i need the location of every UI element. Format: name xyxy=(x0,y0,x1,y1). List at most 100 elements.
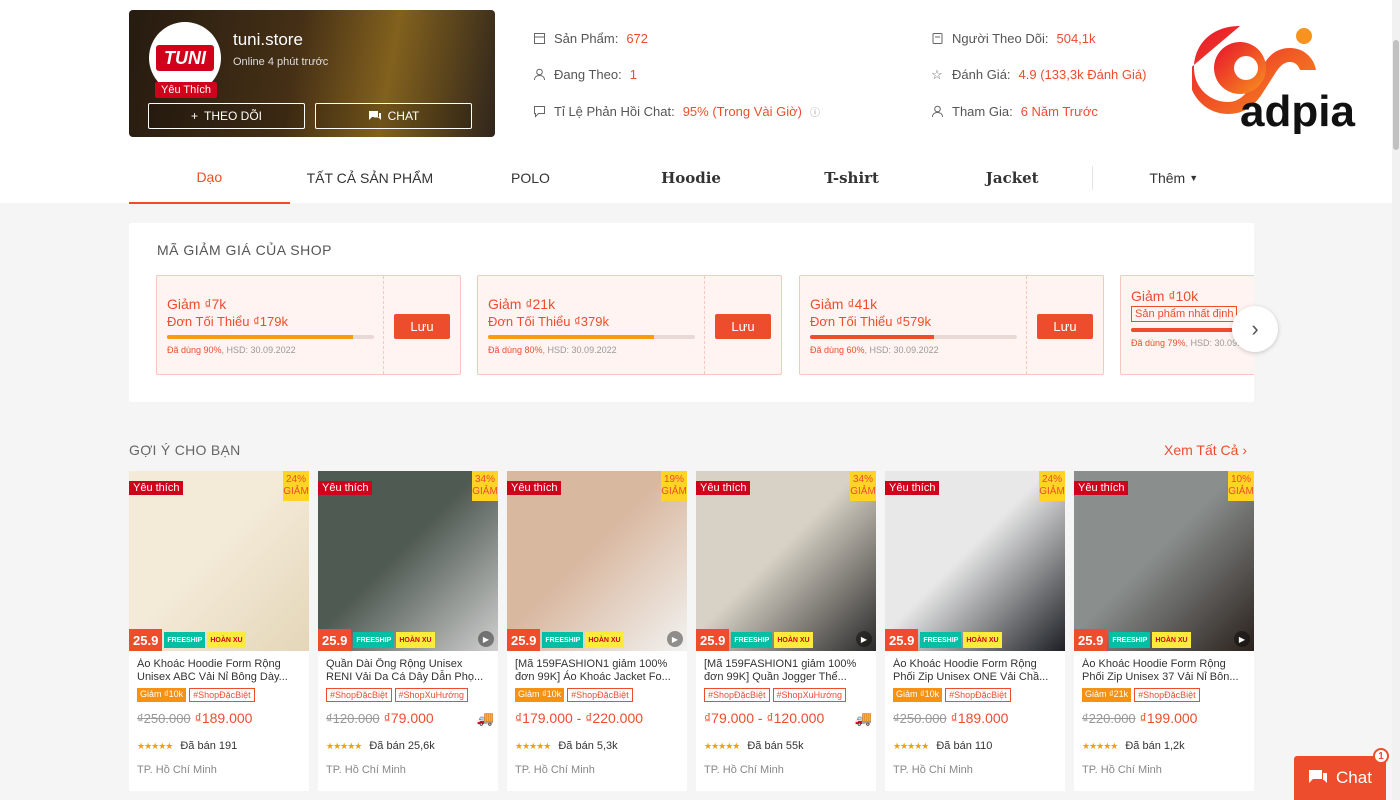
product-tags: #ShopĐặcBiệt #ShopXuHướng xyxy=(326,688,490,704)
voucher-expiry: , HSD: 30.09.2022 xyxy=(864,345,939,355)
tab-more[interactable]: Thêm ▼ xyxy=(1092,166,1254,190)
product-image[interactable]: Yêu thích 10% GIẢM 25.9 FREESHIP HOÀN XU … xyxy=(1074,471,1254,651)
delivery-truck-icon: 🚚 xyxy=(854,710,872,726)
product-current-price: ₫179.000 - ₫220.000 xyxy=(515,710,644,726)
shop-tabs: Dạo TẤT CẢ SẢN PHẨM POLO Hoodie T-shirt … xyxy=(129,152,1254,204)
freeship-badge: FREESHIP xyxy=(1109,632,1151,648)
follow-button[interactable]: + THEO DÕI xyxy=(148,103,305,129)
play-icon[interactable]: ▶ xyxy=(667,631,683,647)
promo-date: 25.9 xyxy=(318,629,352,651)
product-location: TP. Hồ Chí Minh xyxy=(704,764,784,776)
product-sold-count: Đã bán 25,6k xyxy=(369,740,435,752)
tab-all-products[interactable]: TẤT CẢ SẢN PHẨM xyxy=(290,152,451,204)
voucher-save-button[interactable]: Lưu xyxy=(1037,314,1093,339)
product-card[interactable]: Yêu thích 10% GIẢM 25.9 FREESHIP HOÀN XU … xyxy=(1074,471,1254,791)
follow-label: THEO DÕI xyxy=(204,109,263,123)
freeship-badge: FREESHIP xyxy=(920,632,962,648)
play-icon[interactable]: ▶ xyxy=(856,631,872,647)
coin-back-badge: HOÀN XU xyxy=(585,632,624,648)
rating-stars: ★★★★★ xyxy=(1082,740,1118,751)
voucher-save-button[interactable]: Lưu xyxy=(394,314,450,339)
product-card[interactable]: Yêu thích 24% GIẢM 25.9 FREESHIP HOÀN XU … xyxy=(885,471,1065,791)
voucher-divider xyxy=(704,276,705,374)
see-all-link[interactable]: Xem Tất Cả › xyxy=(1164,442,1247,458)
voucher-save-button[interactable]: Lưu xyxy=(715,314,771,339)
product-card[interactable]: Yêu thích 24% GIẢM 25.9 FREESHIP HOÀN XU … xyxy=(129,471,309,791)
discount-badge: 34% GIẢM xyxy=(850,471,876,501)
product-current-price: ₫189.000 xyxy=(194,710,253,726)
info-icon[interactable]: ⓘ xyxy=(810,104,820,119)
product-current-price: ₫79.000 xyxy=(383,710,434,726)
star-icon: ☆ xyxy=(931,66,943,82)
product-old-price: ₫250.000 xyxy=(137,710,191,726)
svg-text:adpia: adpia xyxy=(1240,87,1355,134)
product-old-price: ₫120.000 xyxy=(326,710,380,726)
adpia-logo: adpia xyxy=(1192,26,1355,134)
voucher-progress-fill xyxy=(488,335,654,339)
coin-back-badge: HOÀN XU xyxy=(963,632,1002,648)
product-name: [Mã 159FASHION1 giảm 100% đơn 99K] Quần … xyxy=(704,658,857,683)
voucher-next-button[interactable]: › xyxy=(1232,306,1278,352)
see-all-label: Xem Tất Cả xyxy=(1164,442,1239,458)
product-tags: Giảm ₫10k #ShopĐặcBiệt xyxy=(515,688,679,704)
voucher-used: Đã dùng 80% xyxy=(488,345,543,355)
voucher-min-order: Đơn Tối Thiểu ₫379k xyxy=(488,314,609,329)
product-sold-count: Đã bán 55k xyxy=(747,740,804,752)
product-tag: Giảm ₫10k xyxy=(137,688,187,702)
product-card[interactable]: Yêu thích 19% GIẢM 25.9 FREESHIP HOÀN XU … xyxy=(507,471,687,791)
chat-button[interactable]: CHAT xyxy=(315,103,472,129)
shop-vouchers: MÃ GIẢM GIÁ CỦA SHOP Giảm ₫7k Đơn Tối Th… xyxy=(129,223,1254,402)
promo-strip: 25.9 FREESHIP HOÀN XU xyxy=(318,629,498,651)
promo-strip: 25.9 FREESHIP HOÀN XU xyxy=(696,629,876,651)
page-scrollbar[interactable] xyxy=(1392,0,1400,800)
favorite-badge: Yêu thích xyxy=(885,481,940,495)
product-image[interactable]: Yêu thích 19% GIẢM 25.9 FREESHIP HOÀN XU … xyxy=(507,471,687,651)
tab-polo[interactable]: POLO xyxy=(450,152,611,204)
voucher-amount: Giảm ₫41k xyxy=(810,296,878,312)
promo-strip: 25.9 FREESHIP HOÀN XU xyxy=(507,629,687,651)
coin-back-badge: HOÀN XU xyxy=(1152,632,1191,648)
tab-dao[interactable]: Dạo xyxy=(129,152,290,204)
product-price: ₫179.000 - ₫220.000 xyxy=(515,710,679,726)
discount-badge: 24% GIẢM xyxy=(1039,471,1065,501)
product-location: TP. Hồ Chí Minh xyxy=(1082,764,1162,776)
play-icon[interactable]: ▶ xyxy=(478,631,494,647)
shop-header: TUNI Yêu Thích tuni.store Online 4 phút … xyxy=(0,0,1400,204)
tab-jacket[interactable]: Jacket xyxy=(932,152,1093,204)
discount-label: GIẢM xyxy=(1228,486,1254,497)
play-icon[interactable]: ▶ xyxy=(1234,631,1250,647)
discount-value: 34% xyxy=(474,474,495,485)
chat-label: CHAT xyxy=(387,109,420,123)
voucher-progress-fill xyxy=(167,335,354,339)
product-image[interactable]: Yêu thích 34% GIẢM 25.9 FREESHIP HOÀN XU … xyxy=(696,471,876,651)
product-image[interactable]: Yêu thích 24% GIẢM 25.9 FREESHIP HOÀN XU xyxy=(129,471,309,651)
favorite-badge: Yêu thích xyxy=(696,481,751,495)
product-card[interactable]: Yêu thích 34% GIẢM 25.9 FREESHIP HOÀN XU … xyxy=(696,471,876,791)
stat-chat-rate: Tỉ Lệ Phản Hồi Chat: 95% (Trong Vài Giờ)… xyxy=(532,104,820,119)
product-card[interactable]: Yêu thích 34% GIẢM 25.9 FREESHIP HOÀN XU … xyxy=(318,471,498,791)
voucher-expiry: , HSD: 30.09.2022 xyxy=(221,345,296,355)
product-tag: #ShopĐặcBiệt xyxy=(189,688,255,702)
favorite-badge: Yêu Thích xyxy=(155,82,217,98)
discount-label: GIẢM xyxy=(850,486,876,497)
tab-tshirt[interactable]: T-shirt xyxy=(771,152,932,204)
product-image[interactable]: Yêu thích 34% GIẢM 25.9 FREESHIP HOÀN XU … xyxy=(318,471,498,651)
product-price: ₫250.000 ₫189.000 xyxy=(893,710,1057,726)
voucher-scope-tag: Sản phẩm nhất định xyxy=(1131,306,1238,322)
voucher-amount: Giảm ₫7k xyxy=(167,296,227,312)
discount-value: 24% xyxy=(285,474,306,485)
product-tag: #ShopĐặcBiệt xyxy=(704,688,770,702)
product-price: ₫79.000 - ₫120.000 🚚 xyxy=(704,710,872,726)
product-tag: #ShopXuHướng xyxy=(394,688,469,702)
product-image[interactable]: Yêu thích 24% GIẢM 25.9 FREESHIP HOÀN XU xyxy=(885,471,1065,651)
product-tag: #ShopXuHướng xyxy=(772,688,847,702)
product-name: Quần Dài Ống Rộng Unisex RENI Vải Da Cá … xyxy=(326,658,484,683)
scrollbar-thumb[interactable] xyxy=(1393,40,1399,150)
discount-badge: 19% GIẢM xyxy=(661,471,687,501)
chat-widget-button[interactable]: Chat xyxy=(1294,756,1386,800)
rating-stars: ★★★★★ xyxy=(326,740,362,751)
vouchers-title: MÃ GIẢM GIÁ CỦA SHOP xyxy=(157,242,332,258)
product-price: ₫120.000 ₫79.000 🚚 xyxy=(326,710,494,726)
tab-hoodie[interactable]: Hoodie xyxy=(611,152,772,204)
promo-date: 25.9 xyxy=(507,629,541,651)
